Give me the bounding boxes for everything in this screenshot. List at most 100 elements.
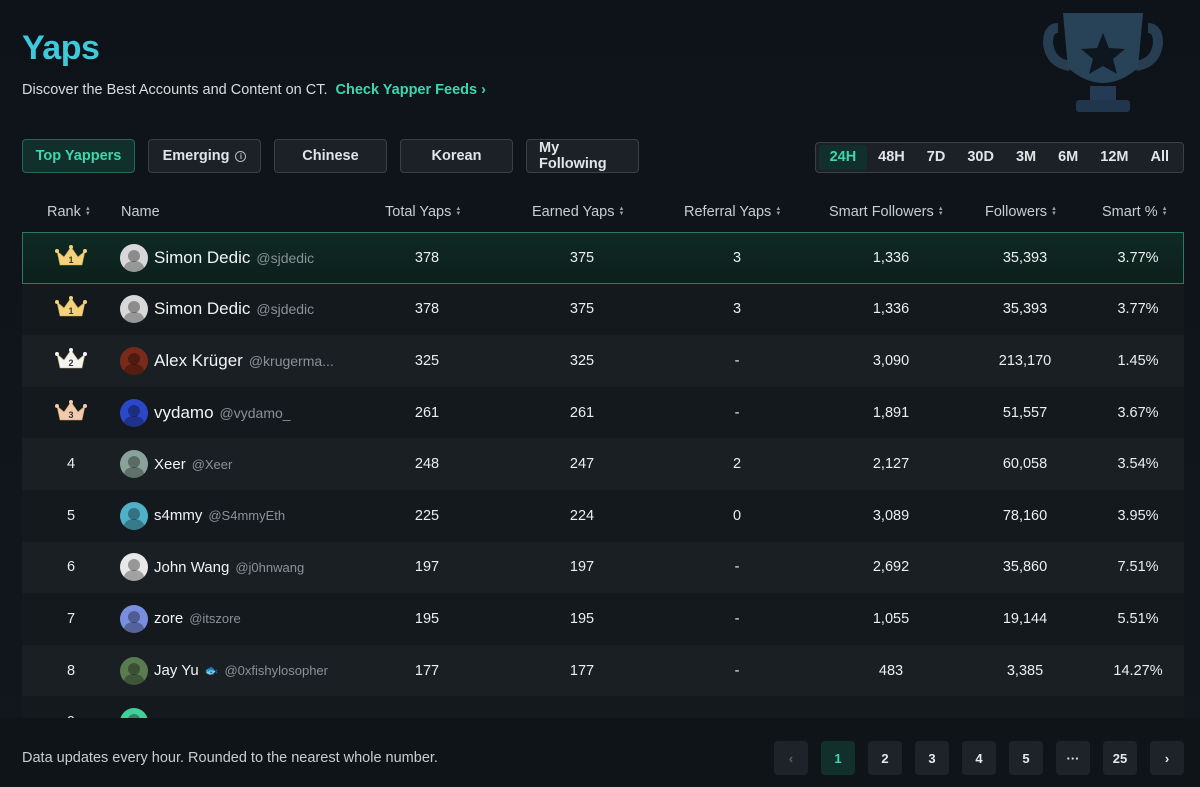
avatar xyxy=(120,295,148,324)
page-button-1[interactable]: 1 xyxy=(821,741,855,775)
prev-page-button[interactable]: ‹ xyxy=(774,741,808,775)
smart-pct-cell: 1.45% xyxy=(1117,352,1159,369)
column-total-yaps[interactable]: Total Yaps ▲ ▼ xyxy=(385,204,461,220)
period-24h[interactable]: 24H xyxy=(818,145,868,170)
referral-yaps-cell: 0 xyxy=(732,507,742,524)
period-7d[interactable]: 7D xyxy=(916,145,957,170)
period-30d[interactable]: 30D xyxy=(956,145,1005,170)
table-row[interactable]: 3 vydamo @vydamo_ 261 261 - 1,891 51,557 3.67% xyxy=(22,386,1184,439)
sort-icon: ▲ ▼ xyxy=(1161,206,1168,217)
avatar xyxy=(120,346,148,375)
column-smart-pct[interactable]: Smart % ▲ ▼ xyxy=(1102,204,1168,220)
filter-emerging-label: Emerging xyxy=(162,148,230,164)
name-cell[interactable]: zore @itszore xyxy=(120,604,241,633)
next-page-button[interactable]: › xyxy=(1150,741,1184,775)
followers-cell: 213,170 xyxy=(998,352,1052,369)
table-row[interactable]: 1 Simon Dedic @sjdedic 378 375 3 1,336 35,393 3.… xyxy=(22,283,1184,336)
page-button-5[interactable]: 5 xyxy=(1009,741,1043,775)
period-6m[interactable]: 6M xyxy=(1047,145,1089,170)
column-followers[interactable]: Followers ▲ ▼ xyxy=(985,204,1057,220)
sort-icon: ▲ ▼ xyxy=(84,206,91,217)
table-row[interactable]: 6 John Wang @j0hnwang 197 197 - 2,692 35,860 7.5… xyxy=(22,541,1184,594)
column-referral-yaps[interactable]: Referral Yaps ▲ ▼ xyxy=(684,204,781,220)
smart-followers-cell: 3,090 xyxy=(872,352,910,369)
crown-icon: 3 xyxy=(54,399,88,423)
table-row[interactable]: 8 Jay Yu 🐟 @0xfishylosopher 177 177 - 483 3,385 1… xyxy=(22,644,1184,697)
user-name: Simon Dedic xyxy=(154,299,251,319)
column-smart-followers[interactable]: Smart Followers ▲ ▼ xyxy=(829,204,944,220)
avatar xyxy=(120,604,148,633)
followers-cell: 35,393 xyxy=(1002,249,1048,266)
user-handle: @0xfishylosopher xyxy=(224,663,328,679)
table-row[interactable]: 7 zore @itszore 195 195 - 1,055 19,144 5.51% xyxy=(22,593,1184,645)
name-cell[interactable]: John Wang @j0hnwang xyxy=(120,553,305,582)
name-cell[interactable]: Xeer @Xeer xyxy=(120,450,233,479)
period-all[interactable]: All xyxy=(1139,145,1180,170)
info-icon[interactable]: i xyxy=(235,150,247,162)
period-12m[interactable]: 12M xyxy=(1089,145,1139,170)
name-cell[interactable] xyxy=(120,708,160,718)
check-yapper-feeds-link[interactable]: Check Yapper Feeds › xyxy=(335,82,485,98)
referral-yaps-cell: - xyxy=(734,559,740,576)
referral-yaps-cell: 3 xyxy=(732,249,742,266)
period-48h[interactable]: 48H xyxy=(867,145,916,170)
user-name: Simon Dedic xyxy=(154,247,251,267)
filter-top-yappers[interactable]: Top Yappers xyxy=(22,139,135,173)
page-button-25[interactable]: 25 xyxy=(1103,741,1137,775)
user-handle: @j0hnwang xyxy=(235,559,305,575)
avatar xyxy=(120,553,148,582)
smart-pct-cell: 3.77% xyxy=(1117,301,1159,318)
referral-yaps-cell: - xyxy=(734,352,740,369)
crown-icon: 2 xyxy=(54,347,88,371)
fish-badge-icon: 🐟 xyxy=(204,665,219,678)
column-rank-label: Rank xyxy=(47,204,81,220)
page-button-3[interactable]: 3 xyxy=(915,741,949,775)
rank-cell: 5 xyxy=(66,507,76,524)
pagination: ‹ 1 2 3 4 5 ··· 25 › xyxy=(774,741,1184,775)
avatar xyxy=(120,450,148,479)
followers-cell: 35,860 xyxy=(1002,559,1048,576)
name-cell[interactable]: Alex Krüger @krugerma... xyxy=(120,346,334,375)
user-handle: @Xeer xyxy=(191,456,233,472)
column-earned-yaps-label: Earned Yaps xyxy=(532,204,615,220)
earned-yaps-cell: 195 xyxy=(569,610,595,627)
referral-yaps-cell: 3 xyxy=(732,301,742,318)
name-cell[interactable]: Jay Yu 🐟 @0xfishylosopher xyxy=(120,656,328,685)
smart-followers-cell: 2,127 xyxy=(872,456,910,473)
column-earned-yaps[interactable]: Earned Yaps ▲ ▼ xyxy=(532,204,624,220)
smart-followers-cell: 1,891 xyxy=(872,404,910,421)
table-row[interactable]: 4 Xeer @Xeer 248 247 2 2,127 60,058 3.54% xyxy=(22,438,1184,490)
table-row[interactable]: 9 xyxy=(22,696,1184,718)
total-yaps-cell: 261 xyxy=(414,404,440,421)
column-rank[interactable]: Rank ▲ ▼ xyxy=(47,204,91,220)
name-cell[interactable]: s4mmy @S4mmyEth xyxy=(120,501,285,530)
user-name: zore xyxy=(154,610,184,628)
avatar xyxy=(120,243,148,272)
page-title: Yaps xyxy=(22,28,486,68)
rank-cell: 2 xyxy=(22,347,120,375)
rank-number: 1 xyxy=(68,306,74,317)
earned-yaps-cell: 375 xyxy=(569,249,595,266)
referral-yaps-cell: 2 xyxy=(732,456,742,473)
name-cell[interactable]: vydamo @vydamo_ xyxy=(120,398,291,427)
table-row[interactable]: 2 Alex Krüger @krugerma... 325 325 - 3,090 213,… xyxy=(22,335,1184,387)
filter-chinese[interactable]: Chinese xyxy=(274,139,387,173)
rank-number: 3 xyxy=(68,409,74,420)
rank-cell: 6 xyxy=(66,559,76,576)
name-cell[interactable]: Simon Dedic @sjdedic xyxy=(120,243,314,272)
smart-pct-cell: 14.27% xyxy=(1113,662,1163,679)
sort-icon: ▲ ▼ xyxy=(775,206,782,217)
earned-yaps-cell: 375 xyxy=(569,301,595,318)
period-3m[interactable]: 3M xyxy=(1005,145,1047,170)
followers-cell: 35,393 xyxy=(1002,301,1048,318)
table-row[interactable]: 1 Simon Dedic @sjdedic 378 375 3 1,336 35,393 3.… xyxy=(22,232,1184,284)
filter-emerging[interactable]: Emerging i xyxy=(148,139,261,173)
page-button-2[interactable]: 2 xyxy=(868,741,902,775)
filter-korean[interactable]: Korean xyxy=(400,139,513,173)
table-row[interactable]: 5 s4mmy @S4mmyEth 225 224 0 3,089 78,160 3.95% xyxy=(22,489,1184,542)
page-button-4[interactable]: 4 xyxy=(962,741,996,775)
sort-icon: ▲ ▼ xyxy=(618,206,625,217)
filter-my-following[interactable]: My Following xyxy=(526,139,639,173)
rank-cell: 4 xyxy=(66,456,76,473)
name-cell[interactable]: Simon Dedic @sjdedic xyxy=(120,295,314,324)
